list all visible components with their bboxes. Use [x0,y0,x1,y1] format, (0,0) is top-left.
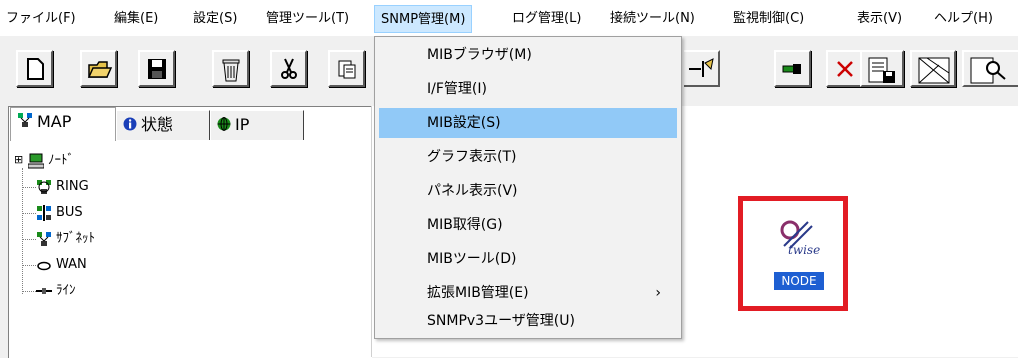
line-icon [36,288,52,294]
open-button[interactable] [80,50,117,87]
menu-connect-tools[interactable]: 接続ツール(N) [610,9,695,29]
delete-x-icon [837,61,853,77]
delete-trash-button[interactable] [212,50,249,87]
globe-icon [217,112,231,140]
tree-item-label: ﾉｰﾄﾞ [48,153,74,168]
save-map-button[interactable] [860,50,904,87]
menu-view[interactable]: 表示(V) [857,9,902,29]
menu-edit[interactable]: 編集(E) [114,9,158,29]
save-document-icon [868,57,895,83]
menu-admin-tools[interactable]: 管理ツール(T) [266,9,349,29]
tree-item-label: BUS [56,205,83,220]
new-button[interactable] [16,50,53,87]
wan-cloud-icon [37,261,51,271]
open-folder-icon [87,61,113,78]
tab-map-label: MAP [37,112,72,131]
tree-branch-line [22,265,36,266]
menu-item-graph-view[interactable]: グラフ表示(T) [379,142,677,172]
connect-tool-button[interactable] [684,50,720,87]
link-icon [782,64,801,74]
new-file-icon [27,58,44,80]
menu-log[interactable]: ログ管理(L) [512,9,581,29]
ring-network-icon [37,180,51,194]
tree-branch-line [22,239,36,240]
tree-item-label: ﾗｲﾝ [56,283,76,298]
link-button[interactable] [774,50,811,87]
highlight-box [738,196,848,311]
map-image-button[interactable] [910,50,956,87]
snmp-menu-dropdown: MIBブラウザ(M) I/F管理(I) MIB設定(S) グラフ表示(T) パネ… [374,36,682,339]
menu-item-panel-view[interactable]: パネル表示(V) [379,176,677,206]
menu-snmp[interactable]: SNMP管理(M) [374,5,473,33]
menu-bar: ファイル(F) 編集(E) 設定(S) 管理ツール(T) SNMP管理(M) ロ… [0,0,1018,36]
menu-settings[interactable]: 設定(S) [193,9,237,29]
cut-button[interactable] [270,50,307,87]
save-button[interactable] [138,50,175,87]
tab-status-label: 状態 [141,115,174,134]
paste-icon [338,60,356,79]
submenu-arrow-icon: › [655,285,661,301]
tree-branch-line [22,213,36,214]
menu-help[interactable]: ヘルプ(H) [934,9,993,29]
delete-button[interactable] [826,50,863,87]
menu-item-mib-tools[interactable]: MIBツール(D) [379,244,677,274]
menu-item-snmpv3-users[interactable]: SNMPv3ユーザ管理(U) [379,306,677,336]
subnet-icon [37,232,51,246]
menu-item-mib-get[interactable]: MIB取得(G) [379,210,677,240]
search-page-button[interactable] [962,50,1018,87]
tab-status[interactable]: 状態 [116,110,210,140]
connect-tool-icon [689,58,714,77]
menu-item-if-management[interactable]: I/F管理(I) [379,74,677,104]
menu-item-extended-mib[interactable]: 拡張MIB管理(E) › [379,278,677,308]
tree-item-label: ｻﾌﾞﾈｯﾄ [56,231,95,246]
save-disk-icon [148,59,166,79]
tree-item-label: RING [56,179,89,194]
trash-icon [222,59,240,82]
cut-scissors-icon [281,58,297,79]
tab-map[interactable]: MAP [10,107,116,141]
node-computer-icon [28,153,44,169]
info-icon [123,112,137,140]
map-icon [17,109,33,137]
expand-icon[interactable]: ⊞ [14,150,23,170]
menu-monitor-control[interactable]: 監視制御(C) [733,9,804,29]
tab-ip[interactable]: IP [210,110,304,140]
paste-button[interactable] [328,50,365,87]
tree-item-label: WAN [56,257,87,272]
tree-branch-line [22,187,36,188]
menu-item-extended-mib-label: 拡張MIB管理(E) [427,285,529,301]
menu-item-mib-settings[interactable]: MIB設定(S) [379,108,677,138]
tab-ip-label: IP [235,115,250,134]
menu-file[interactable]: ファイル(F) [6,9,76,29]
menu-item-mib-browser[interactable]: MIBブラウザ(M) [379,40,677,70]
search-page-icon [970,57,1006,84]
tree-branch-line [22,291,36,292]
map-image-icon [918,57,950,84]
bus-network-icon [37,205,51,221]
